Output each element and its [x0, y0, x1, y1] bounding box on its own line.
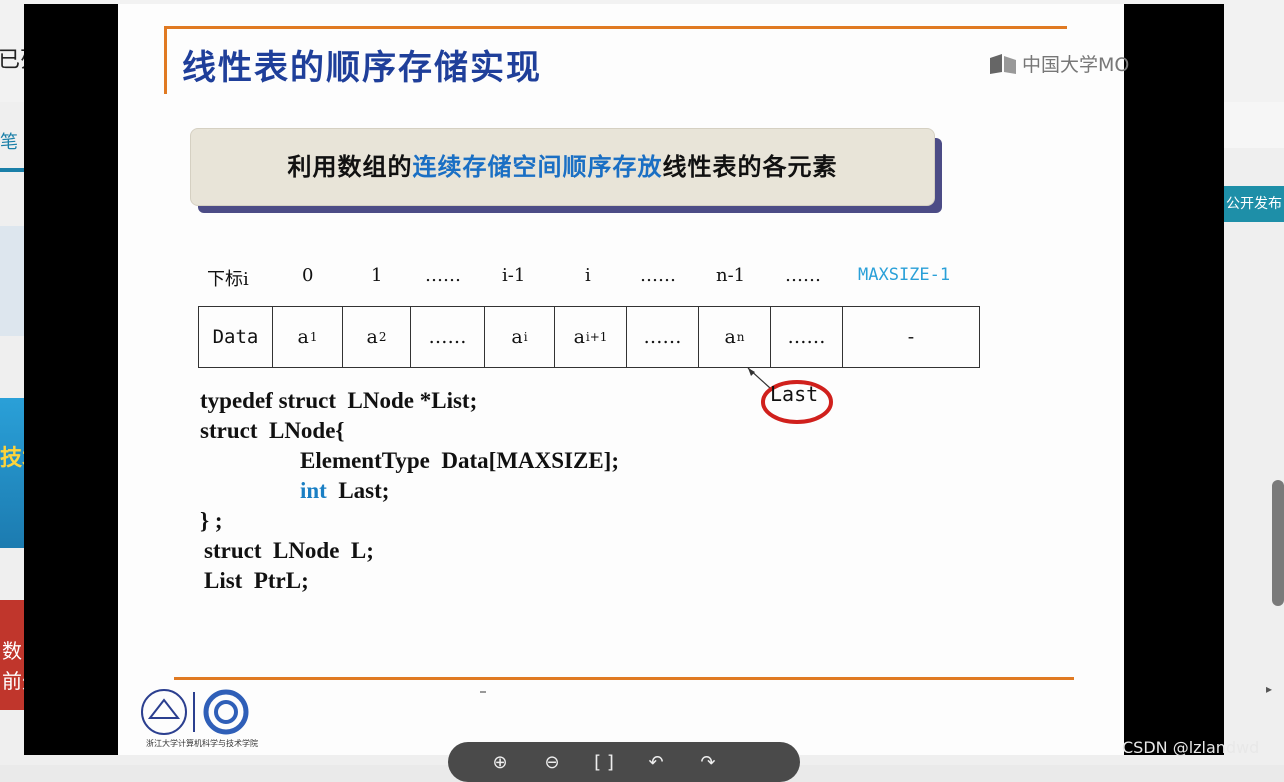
code-line-6: struct LNode L;: [204, 538, 374, 563]
banner-text: 利用数组的连续存储空间顺序存放线性表的各元素: [191, 129, 934, 205]
banner-text-end: 线性表的各元素: [662, 153, 838, 181]
mooc-logo-icon: [990, 53, 1016, 74]
code-line-2: struct LNode{: [200, 418, 345, 443]
code-line-4: int Last;: [200, 476, 619, 506]
code-line-1: typedef struct LNode *List;: [200, 388, 478, 413]
title-rule-left: [164, 26, 167, 94]
background-tab-underline: [0, 168, 26, 172]
array-cell-subscript: 1: [309, 330, 318, 344]
index-label-1: 1: [371, 265, 383, 286]
array-cell-text: ……: [643, 326, 682, 348]
array-cell-a2: a2: [343, 307, 411, 367]
index-label-n-minus-1: n-1: [716, 265, 746, 286]
fit-screen-icon[interactable]: [ ]: [590, 752, 618, 773]
mooc-logo-text: 中国大学MO: [1022, 54, 1130, 76]
zoom-out-icon[interactable]: ⊖: [538, 752, 566, 773]
viewer-toolbar-icons: ⊕ ⊖ [ ] ↶ ↷: [486, 752, 722, 773]
index-label-i-minus-1: i-1: [502, 265, 526, 286]
index-label-maxsize: MAXSIZE-1: [858, 265, 951, 285]
array-cell-ai: ai: [485, 307, 555, 367]
code-line-7: List PtrL;: [204, 568, 309, 593]
banner: 利用数组的连续存储空间顺序存放线性表的各元素: [190, 128, 935, 206]
array-diagram: Data a1 a2 …… ai a i+1 …… an …… -: [198, 306, 980, 368]
index-label-ellipsis-3: ……: [785, 265, 821, 286]
array-cell-text: a: [297, 326, 309, 348]
array-cell-empty: -: [843, 307, 979, 367]
array-cell-text: a: [724, 326, 736, 348]
array-cell-text: ……: [787, 326, 826, 348]
code-line-4-rest: Last;: [326, 478, 390, 503]
array-cell-data: Data: [199, 307, 273, 367]
rotate-left-icon[interactable]: ↶: [642, 752, 670, 773]
array-cell-text: Data: [212, 326, 259, 348]
index-label-ellipsis-2: ……: [640, 265, 676, 286]
banner-text-start: 利用数组的: [287, 153, 413, 181]
code-line-5: } ;: [200, 508, 223, 533]
code-block: typedef struct LNode *List; struct LNode{…: [200, 386, 619, 596]
publish-button[interactable]: 公开发布: [1224, 186, 1284, 222]
index-label-i: i: [585, 265, 591, 286]
array-cell-subscript: i+1: [585, 330, 608, 344]
array-cell-an: an: [699, 307, 771, 367]
array-cell-subscript: 2: [378, 330, 387, 344]
array-cell-text: a: [573, 326, 585, 348]
footer-mark: [480, 691, 486, 693]
footer-rule: [174, 677, 1074, 680]
banner-text-highlight: 连续存储空间顺序存放: [412, 153, 663, 181]
last-label: Last: [770, 382, 819, 406]
scrollbar-thumb[interactable]: [1272, 480, 1284, 606]
array-cell-a1: a1: [273, 307, 343, 367]
array-cell-text: a: [511, 326, 523, 348]
background-blue-card[interactable]: [0, 398, 26, 548]
background-thumbnail: [0, 226, 26, 336]
array-cell-text: ……: [428, 326, 467, 348]
array-cell-subscript: n: [736, 330, 745, 344]
background-right-strip: [1224, 102, 1284, 148]
array-cell-text: a: [366, 326, 378, 348]
array-cell-ellipsis: ……: [627, 307, 699, 367]
index-label-ellipsis-1: ……: [425, 265, 461, 286]
slide-image: [118, 4, 1124, 755]
csdn-watermark: CSDN @lzlandwd: [1122, 738, 1260, 757]
index-label-0: 0: [302, 265, 314, 286]
mooc-logo: 中国大学MO: [988, 50, 1129, 77]
array-cell-subscript: i: [523, 330, 528, 344]
slide-title: 线性表的顺序存储实现: [182, 48, 542, 88]
scroll-right-arrow-icon[interactable]: ▸: [1266, 682, 1272, 696]
code-line-3: ElementType Data[MAXSIZE];: [300, 448, 619, 473]
school-caption: 浙江大学计算机科学与技术学院: [146, 739, 258, 748]
zju-logo: [141, 689, 249, 735]
array-cell-ai-plus-1: a i+1: [555, 307, 627, 367]
array-cell-ellipsis: ……: [771, 307, 843, 367]
code-keyword-int: int: [300, 478, 327, 503]
rotate-right-icon[interactable]: ↷: [694, 752, 722, 773]
array-cell-ellipsis: ……: [411, 307, 485, 367]
index-label-header: 下标i: [207, 269, 249, 290]
background-tab-notes[interactable]: 笔: [0, 128, 18, 154]
zoom-in-icon[interactable]: ⊕: [486, 752, 514, 773]
array-cell-text: -: [907, 326, 915, 348]
title-rule-top: [165, 26, 1067, 29]
